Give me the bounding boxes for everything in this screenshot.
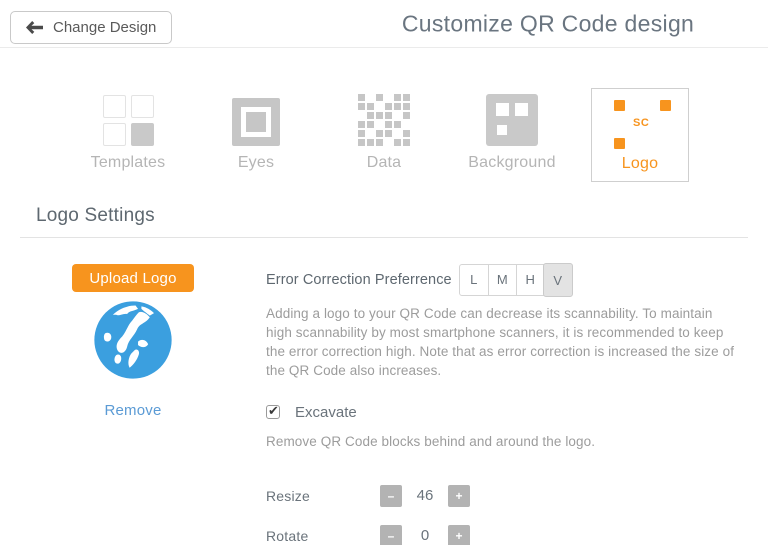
error-correction-option-v[interactable]: V: [543, 263, 573, 297]
tab-col-eyes: Eyes: [192, 88, 320, 182]
change-design-label: Change Design: [53, 19, 156, 36]
error-correction-row: Error Correction Preferrence L M H V: [266, 264, 736, 296]
background-icon-hole: [515, 103, 528, 116]
tab-templates-label: Templates: [91, 154, 166, 172]
error-correction-label: Error Correction Preferrence: [266, 272, 452, 288]
rotate-value: 0: [402, 527, 448, 544]
background-icon: [486, 94, 538, 146]
templates-icon-cell: [103, 123, 126, 146]
tab-data[interactable]: Data: [320, 88, 448, 182]
rotate-increment-button[interactable]: +: [448, 525, 470, 545]
logo-icon-square: [614, 100, 625, 111]
logo-icon-square: [660, 100, 671, 111]
resize-increment-button[interactable]: +: [448, 485, 470, 507]
error-correction-option-h[interactable]: H: [516, 265, 544, 295]
logo-icon-square: [614, 138, 625, 149]
error-correction-group: L M H V: [459, 264, 573, 296]
rotate-decrement-button[interactable]: –: [380, 525, 402, 545]
tab-eyes[interactable]: Eyes: [192, 88, 320, 182]
templates-icon: [103, 95, 154, 146]
error-correction-description: Adding a logo to your QR Code can decrea…: [266, 305, 736, 381]
error-correction-option-m[interactable]: M: [488, 265, 516, 295]
templates-icon-cell: [131, 95, 154, 118]
design-tabs: Templates Eyes Data: [64, 88, 704, 182]
tab-col-templates: Templates: [64, 88, 192, 182]
logo-icon-sc-text: SC: [633, 117, 649, 129]
excavate-checkbox[interactable]: ✔: [266, 405, 280, 419]
templates-icon-cell: [103, 95, 126, 118]
templates-icon-cell: [131, 123, 154, 146]
upload-logo-button[interactable]: Upload Logo: [72, 264, 193, 292]
tab-data-label: Data: [367, 154, 402, 172]
eyes-icon: [232, 98, 280, 146]
logo-settings-panel: Upload Logo Remove Error Correction Pref…: [0, 264, 768, 545]
excavate-description: Remove QR Code blocks behind and around …: [266, 434, 736, 449]
excavate-label: Excavate: [295, 404, 357, 421]
change-design-button[interactable]: Change Design: [10, 11, 172, 44]
section-divider: [20, 237, 748, 238]
page-title: Customize QR Code design: [402, 10, 694, 37]
logo-icon: SC: [592, 89, 690, 151]
error-correction-option-l[interactable]: L: [460, 265, 488, 295]
resize-value: 46: [402, 487, 448, 504]
rotate-row: Rotate – 0 +: [266, 525, 736, 545]
logo-preview-column: Upload Logo Remove: [0, 264, 266, 545]
resize-row: Resize – 46 +: [266, 485, 736, 507]
back-arrow-icon: [26, 21, 43, 34]
rotate-label: Rotate: [266, 528, 380, 544]
remove-logo-link[interactable]: Remove: [104, 402, 161, 419]
checkmark-icon: ✔: [268, 403, 279, 419]
background-icon-hole: [496, 103, 509, 116]
tab-eyes-label: Eyes: [238, 154, 274, 172]
logo-preview-image: [91, 298, 175, 387]
excavate-row: ✔ Excavate: [266, 404, 736, 421]
resize-label: Resize: [266, 488, 380, 504]
logo-options-column: Error Correction Preferrence L M H V Add…: [266, 264, 768, 545]
tab-templates[interactable]: Templates: [64, 88, 192, 182]
tab-background[interactable]: Background: [448, 88, 576, 182]
tab-col-background: Background: [448, 88, 576, 182]
tab-col-data: Data: [320, 88, 448, 182]
tab-background-label: Background: [468, 154, 555, 172]
tab-logo[interactable]: SC Logo: [591, 88, 689, 182]
globe-icon: [91, 298, 175, 382]
resize-decrement-button[interactable]: –: [380, 485, 402, 507]
background-icon-hole: [497, 125, 507, 135]
top-bar: Change Design Customize QR Code design: [0, 0, 768, 48]
eyes-icon-inner: [246, 112, 266, 132]
tab-col-logo: SC Logo: [576, 88, 704, 182]
data-icon: [358, 94, 410, 146]
section-title: Logo Settings: [36, 205, 748, 227]
tab-logo-label: Logo: [622, 155, 658, 173]
